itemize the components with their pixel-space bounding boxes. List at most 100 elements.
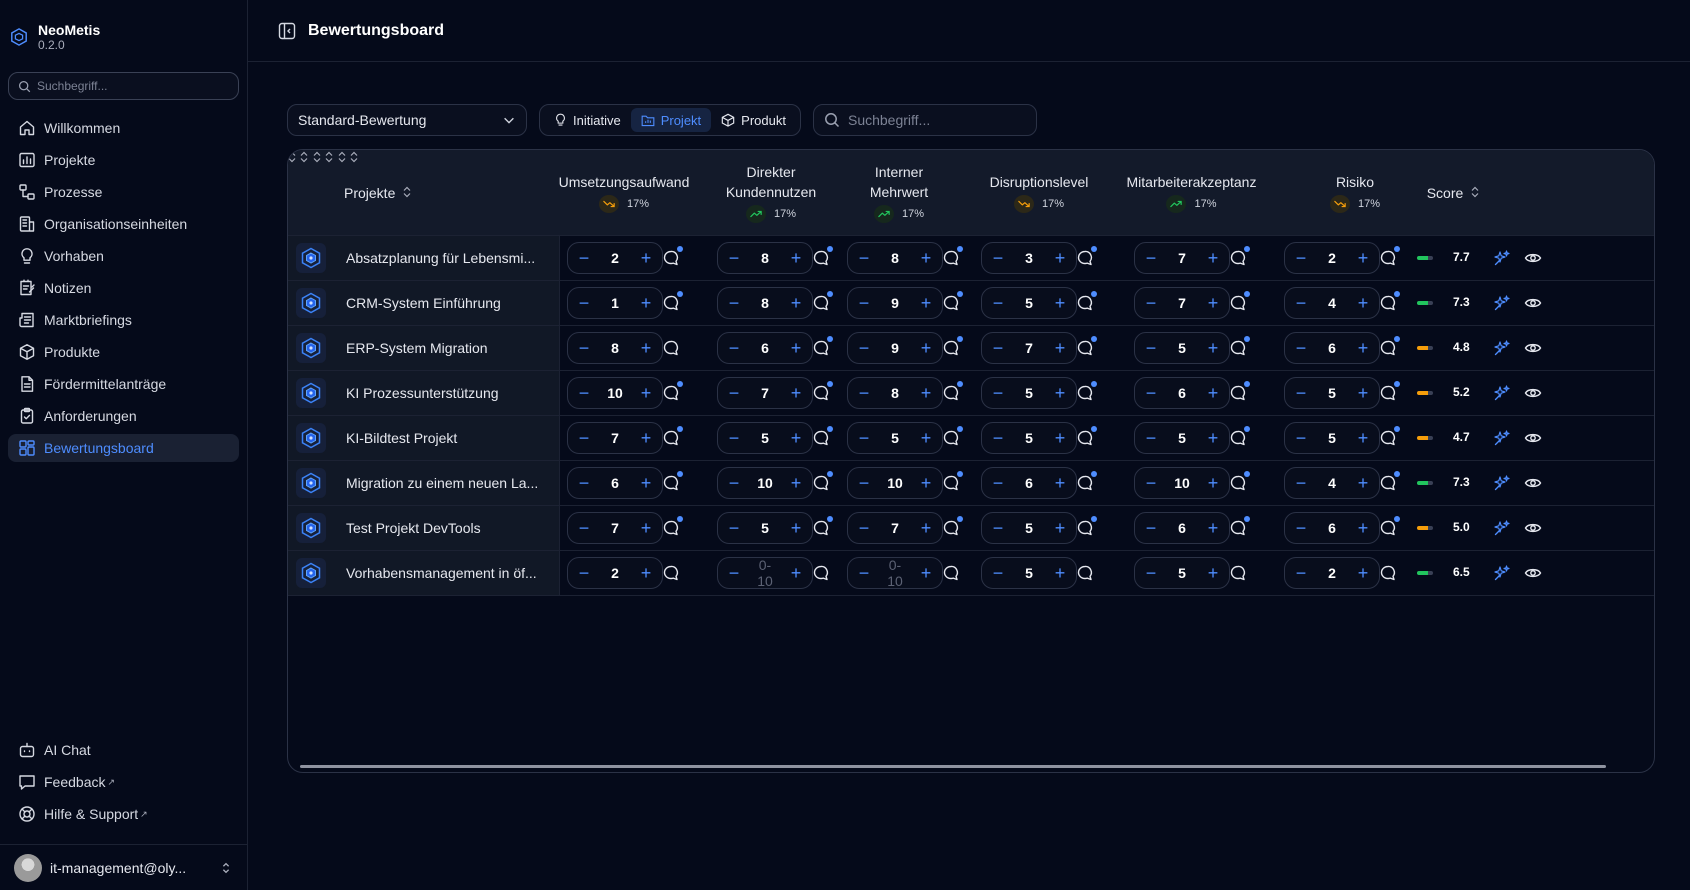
comment-icon[interactable] [1229, 426, 1250, 447]
score-value[interactable]: 8 [752, 295, 778, 311]
sidebar-item-organisationseinheiten[interactable]: Organisationseinheiten [8, 210, 239, 238]
increment-button[interactable]: + [638, 519, 654, 537]
comment-icon[interactable] [1379, 291, 1400, 312]
decrement-button[interactable]: − [990, 564, 1006, 582]
decrement-button[interactable]: − [726, 339, 742, 357]
sidebar-item-bewertungsboard[interactable]: Bewertungsboard [8, 434, 239, 462]
increment-button[interactable]: + [1052, 564, 1068, 582]
score-stepper[interactable]: − 1 + [567, 287, 663, 319]
decrement-button[interactable]: − [990, 384, 1006, 402]
increment-button[interactable]: + [918, 474, 934, 492]
score-stepper[interactable]: − 7 + [847, 512, 943, 544]
sidebar-item-anforderungen[interactable]: Anforderungen [8, 402, 239, 430]
score-stepper[interactable]: − 5 + [847, 422, 943, 454]
decrement-button[interactable]: − [856, 564, 872, 582]
column-criterion[interactable]: Mitarbeiterakzeptanz 17% [1114, 150, 1269, 236]
comment-icon[interactable] [942, 246, 963, 267]
comment-icon[interactable] [662, 426, 683, 447]
increment-button[interactable]: + [638, 294, 654, 312]
sidebar-item-marktbriefings[interactable]: Marktbriefings [8, 306, 239, 334]
filter-initiative[interactable]: Initiative [544, 108, 631, 132]
project-name-cell[interactable]: ERP-System Migration [288, 326, 560, 370]
score-value[interactable]: 6 [752, 340, 778, 356]
comment-icon[interactable] [1076, 246, 1097, 267]
comment-icon[interactable] [1076, 291, 1097, 312]
score-stepper[interactable]: − 8 + [717, 242, 813, 274]
ai-sparkle-icon[interactable] [1493, 429, 1511, 447]
comment-icon[interactable] [1076, 426, 1097, 447]
project-name-cell[interactable]: Vorhabensmanagement in öf... [288, 551, 560, 595]
comment-icon[interactable] [1229, 336, 1250, 357]
increment-button[interactable]: + [1052, 429, 1068, 447]
sidebar-item-projekte[interactable]: Projekte [8, 146, 239, 174]
increment-button[interactable]: + [1355, 474, 1371, 492]
decrement-button[interactable]: − [576, 384, 592, 402]
increment-button[interactable]: + [1052, 249, 1068, 267]
increment-button[interactable]: + [788, 294, 804, 312]
comment-icon[interactable] [812, 471, 833, 492]
score-stepper[interactable]: − 10 + [717, 467, 813, 499]
score-value[interactable]: 7 [882, 520, 908, 536]
score-stepper[interactable]: − 5 + [981, 377, 1077, 409]
score-stepper[interactable]: − 5 + [1134, 422, 1230, 454]
increment-button[interactable]: + [1205, 249, 1221, 267]
sidebar-item-ai-chat[interactable]: AI Chat [8, 736, 239, 764]
score-value[interactable]: 8 [882, 250, 908, 266]
score-stepper[interactable]: − 5 + [717, 422, 813, 454]
project-name-cell[interactable]: Absatzplanung für Lebensmi... [288, 236, 560, 280]
score-stepper[interactable]: − 5 + [981, 287, 1077, 319]
project-name-cell[interactable]: Migration zu einem neuen La... [288, 461, 560, 505]
score-value[interactable]: 6 [1169, 520, 1195, 536]
ai-sparkle-icon[interactable] [1493, 474, 1511, 492]
score-value[interactable]: 2 [1319, 250, 1345, 266]
sidebar-item-fördermittelanträge[interactable]: Fördermittelanträge [8, 370, 239, 398]
score-stepper[interactable]: − 8 + [717, 287, 813, 319]
ai-sparkle-icon[interactable] [1493, 564, 1511, 582]
decrement-button[interactable]: − [1143, 519, 1159, 537]
decrement-button[interactable]: − [1293, 249, 1309, 267]
decrement-button[interactable]: − [576, 519, 592, 537]
decrement-button[interactable]: − [856, 519, 872, 537]
evaluation-select[interactable]: Standard-Bewertung [287, 104, 527, 136]
decrement-button[interactable]: − [1143, 429, 1159, 447]
score-value[interactable]: 8 [752, 250, 778, 266]
score-stepper[interactable]: − 8 + [847, 242, 943, 274]
score-value[interactable]: 4 [1319, 475, 1345, 491]
decrement-button[interactable]: − [726, 429, 742, 447]
score-value[interactable]: 6 [1319, 340, 1345, 356]
increment-button[interactable]: + [788, 564, 804, 582]
comment-icon[interactable] [1076, 516, 1097, 537]
table-row[interactable]: CRM-System Einführung − 1 + − 8 + − 9 + … [288, 281, 1654, 326]
eye-icon[interactable] [1524, 429, 1542, 447]
column-score[interactable]: Score [1418, 150, 1488, 236]
score-value[interactable]: 7 [1016, 340, 1042, 356]
comment-icon[interactable] [1229, 471, 1250, 492]
score-value[interactable]: 5 [1016, 385, 1042, 401]
comment-icon[interactable] [1379, 471, 1400, 492]
column-criterion[interactable]: Direkter Kundennutzen 17% [711, 150, 831, 236]
increment-button[interactable]: + [638, 384, 654, 402]
score-value[interactable]: 8 [882, 385, 908, 401]
eye-icon[interactable] [1524, 564, 1542, 582]
increment-button[interactable]: + [788, 339, 804, 357]
ai-sparkle-icon[interactable] [1493, 249, 1511, 267]
score-stepper[interactable]: − 5 + [1134, 332, 1230, 364]
table-row[interactable]: ERP-System Migration − 8 + − 6 + − 9 + −… [288, 326, 1654, 371]
comment-icon[interactable] [812, 246, 833, 267]
comment-icon[interactable] [1076, 336, 1097, 357]
comment-icon[interactable] [1076, 471, 1097, 492]
score-value[interactable]: 5 [752, 430, 778, 446]
comment-icon[interactable] [1379, 246, 1400, 267]
filter-produkt[interactable]: Produkt [711, 108, 796, 132]
score-value[interactable]: 5 [1319, 430, 1345, 446]
score-stepper[interactable]: − 7 + [1134, 287, 1230, 319]
decrement-button[interactable]: − [1143, 294, 1159, 312]
score-stepper[interactable]: − 3 + [981, 242, 1077, 274]
comment-icon[interactable] [812, 516, 833, 537]
column-criterion[interactable]: Risiko 17% [1310, 150, 1400, 236]
filter-projekt[interactable]: Projekt [630, 108, 712, 132]
project-name-cell[interactable]: KI-Bildtest Projekt [288, 416, 560, 460]
score-value[interactable]: 10 [752, 475, 778, 491]
score-value[interactable]: 5 [1016, 295, 1042, 311]
comment-icon[interactable] [942, 381, 963, 402]
